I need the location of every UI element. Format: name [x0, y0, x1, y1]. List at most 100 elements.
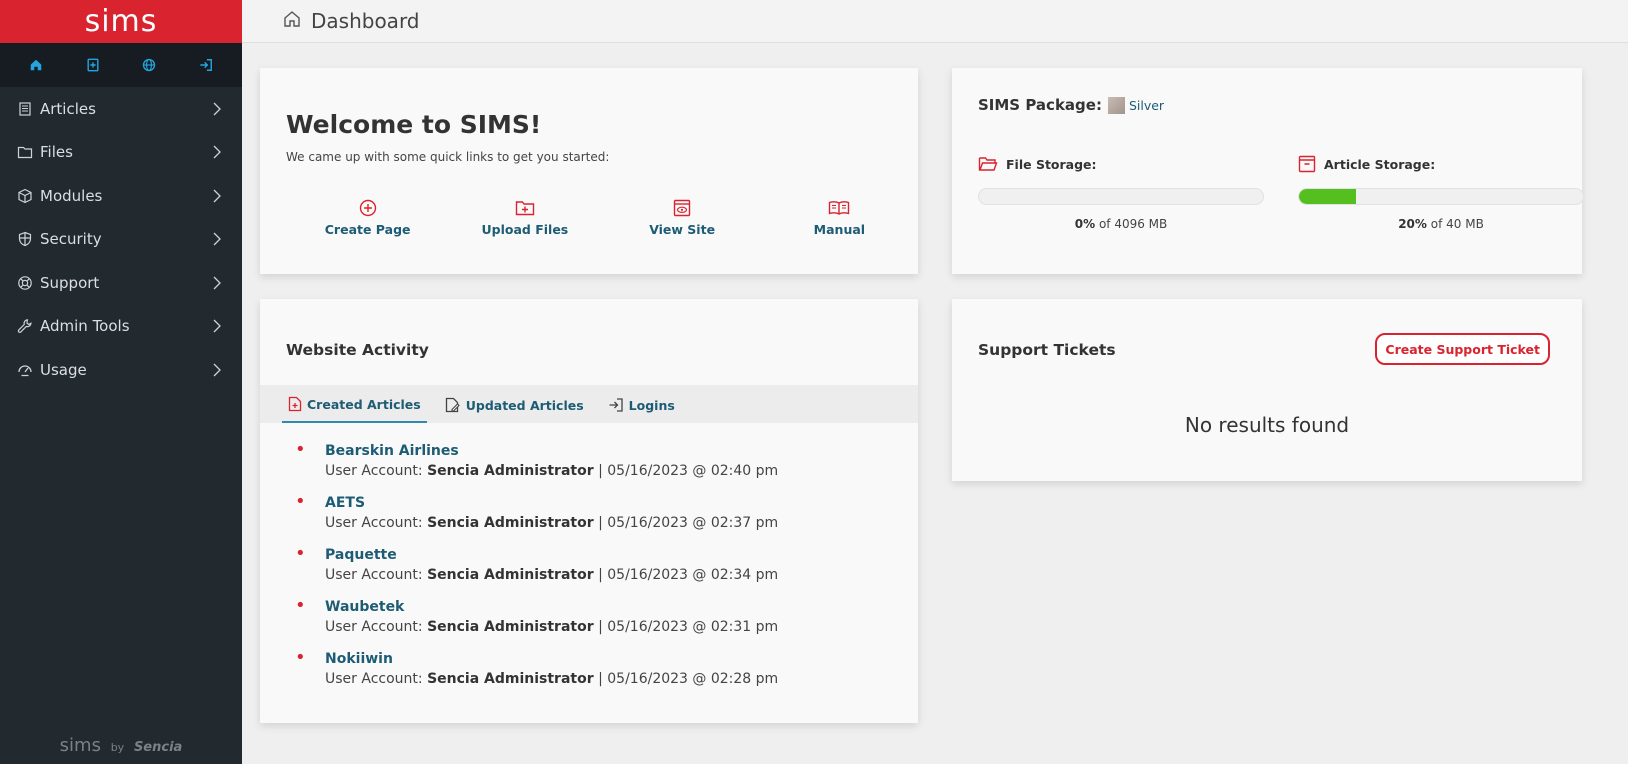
gauge-icon	[17, 362, 33, 378]
sidebar-item-label: Security	[40, 230, 102, 249]
welcome-subtitle: We came up with some quick links to get …	[286, 150, 610, 164]
activity-tabs: Created Articles Updated Articles Logins	[260, 385, 918, 423]
footer-sims-logo: sims	[59, 735, 101, 756]
article-storage-bar	[1298, 188, 1584, 205]
sidebar-item-admin-tools[interactable]: Admin Tools	[0, 305, 242, 349]
file-storage-bar	[978, 188, 1264, 205]
sidebar-item-label: Files	[40, 143, 73, 162]
chevron-right-icon	[212, 102, 224, 116]
file-storage-text: 0% of 4096 MB	[978, 217, 1264, 231]
sidebar-item-label: Admin Tools	[40, 317, 130, 336]
upload-files-label: Upload Files	[481, 222, 569, 237]
create-page-link[interactable]: Create Page	[289, 198, 446, 237]
sidebar-item-security[interactable]: Security	[0, 218, 242, 262]
folder-open-icon	[978, 156, 998, 172]
home-icon[interactable]	[22, 58, 50, 72]
activity-item-meta: User Account: Sencia Administrator | 05/…	[325, 463, 779, 479]
footer-by: by	[110, 741, 125, 754]
activity-title: Website Activity	[286, 341, 429, 359]
sidebar-item-usage[interactable]: Usage	[0, 348, 242, 392]
list-item: Nokiiwin User Account: Sencia Administra…	[290, 647, 779, 702]
empty-state: No results found	[1184, 413, 1350, 437]
activity-item-link[interactable]: Paquette	[325, 546, 778, 564]
page-title: Dashboard	[311, 9, 420, 33]
article-storage-of: of 40 MB	[1430, 217, 1484, 231]
create-page-label: Create Page	[324, 222, 411, 237]
chevron-right-icon	[212, 319, 224, 333]
footer-company: Sencia	[133, 740, 183, 755]
folder-plus-icon	[515, 198, 535, 218]
open-book-icon	[828, 198, 850, 218]
brand-header: sims	[0, 0, 242, 43]
sidebar-item-files[interactable]: Files	[0, 131, 242, 175]
sidebar-item-modules[interactable]: Modules	[0, 174, 242, 218]
activity-item-meta: User Account: Sencia Administrator | 05/…	[325, 671, 779, 687]
sidebar-item-label: Modules	[40, 186, 103, 205]
sidebar-item-label: Support	[40, 273, 100, 292]
activity-item-link[interactable]: AETS	[325, 494, 778, 512]
view-site-link[interactable]: View Site	[604, 198, 761, 237]
wrench-icon	[17, 318, 33, 334]
activity-item-meta: User Account: Sencia Administrator | 05/…	[325, 619, 779, 635]
home-outline-icon	[282, 9, 302, 33]
plus-circle-icon	[359, 198, 377, 218]
sidebar-item-articles[interactable]: Articles	[0, 87, 242, 131]
sidebar-item-support[interactable]: Support	[0, 261, 242, 305]
tab-created-articles[interactable]: Created Articles	[282, 387, 427, 423]
add-page-icon[interactable]	[79, 58, 107, 72]
article-storage-text: 20% of 40 MB	[1298, 217, 1584, 231]
sidebar-item-label: Articles	[40, 99, 96, 118]
quick-action-bar	[0, 43, 242, 87]
list-item: Bearskin Airlines User Account: Sencia A…	[290, 439, 779, 494]
folder-icon	[17, 144, 33, 160]
package-heading: SIMS Package: Silver	[978, 96, 1164, 114]
quick-links: Create Page Upload Files View Site Manua…	[260, 198, 918, 237]
archive-box-icon	[1298, 155, 1316, 173]
footer-logo: sims by Sencia	[0, 735, 242, 756]
login-icon	[608, 397, 624, 413]
article-icon	[17, 101, 33, 117]
article-storage-percent: 20%	[1398, 217, 1427, 231]
activity-item-link[interactable]: Nokiiwin	[325, 650, 778, 668]
page-header: Dashboard	[242, 0, 1628, 43]
file-storage-of: of 4096 MB	[1098, 217, 1168, 231]
sidebar-item-label: Usage	[40, 360, 87, 379]
manual-label: Manual	[813, 222, 866, 237]
activity-list: Bearskin Airlines User Account: Sencia A…	[290, 439, 779, 702]
file-plus-icon	[288, 396, 302, 412]
file-edit-icon	[445, 397, 461, 413]
manual-link[interactable]: Manual	[761, 198, 918, 237]
package-label: SIMS Package:	[978, 96, 1102, 114]
chevron-right-icon	[212, 232, 224, 246]
website-activity-card: Website Activity Created Articles Update…	[260, 299, 918, 723]
article-storage: Article Storage: 20% of 40 MB	[1298, 154, 1584, 231]
logout-icon[interactable]	[192, 58, 220, 72]
activity-item-meta: User Account: Sencia Administrator | 05/…	[325, 567, 779, 583]
file-storage-percent: 0%	[1074, 217, 1096, 231]
chevron-right-icon	[212, 145, 224, 159]
list-item: AETS User Account: Sencia Administrator …	[290, 491, 778, 546]
file-storage: File Storage: 0% of 4096 MB	[978, 154, 1264, 231]
sidebar: sims Articles Files Modules Security Sup…	[0, 0, 242, 764]
tab-updated-articles[interactable]: Updated Articles	[439, 387, 590, 423]
chevron-right-icon	[212, 276, 224, 290]
tickets-title: Support Tickets	[978, 341, 1116, 359]
upload-files-link[interactable]: Upload Files	[446, 198, 603, 237]
activity-item-link[interactable]: Waubetek	[325, 598, 778, 616]
tab-label: Created Articles	[307, 396, 421, 412]
activity-item-link[interactable]: Bearskin Airlines	[325, 442, 778, 460]
support-tickets-card: Support Tickets Create Support Ticket No…	[952, 299, 1582, 481]
tab-label: Logins	[628, 397, 675, 413]
sidebar-nav: Articles Files Modules Security Support …	[0, 87, 242, 392]
sims-logo[interactable]: sims	[85, 4, 158, 39]
welcome-card: Welcome to SIMS! We came up with some qu…	[260, 68, 918, 274]
package-card: SIMS Package: Silver File Storage: 0% of…	[952, 68, 1584, 274]
tab-logins[interactable]: Logins	[602, 387, 681, 423]
create-support-ticket-button[interactable]: Create Support Ticket	[1375, 333, 1550, 365]
chevron-right-icon	[212, 363, 224, 377]
package-value[interactable]: Silver	[1129, 98, 1164, 113]
globe-icon[interactable]	[135, 58, 163, 72]
article-storage-label: Article Storage:	[1324, 156, 1436, 172]
file-storage-label: File Storage:	[1006, 156, 1097, 172]
shield-icon	[17, 231, 33, 247]
